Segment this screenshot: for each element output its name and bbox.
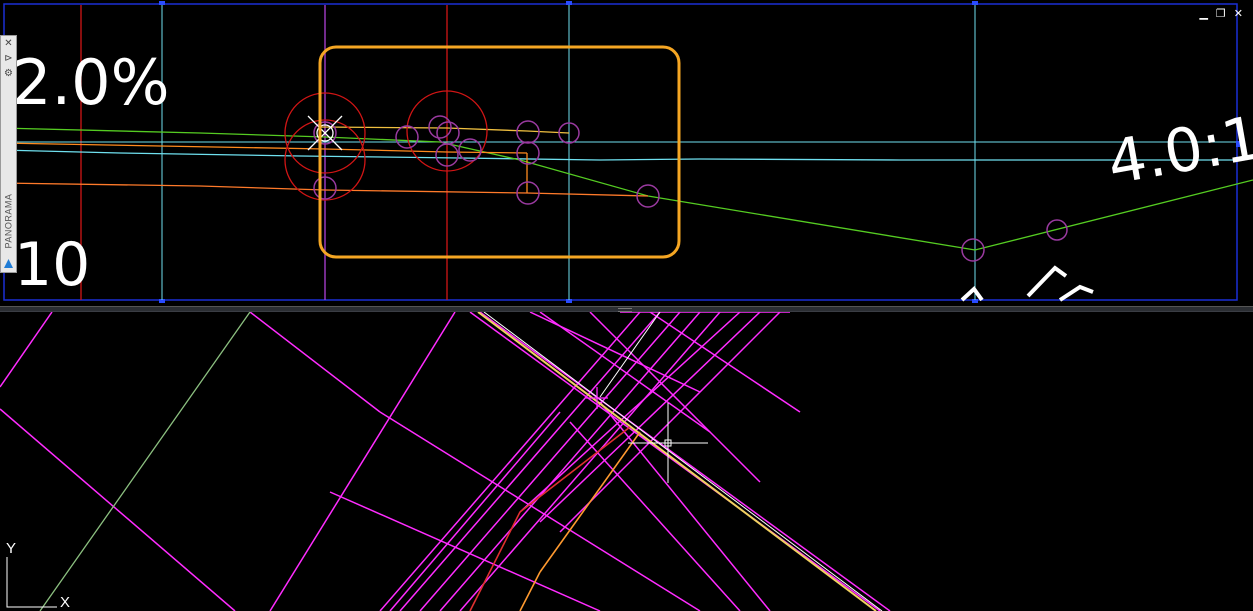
clipped-text-fragment <box>960 265 1094 302</box>
leader-line <box>599 312 661 398</box>
ucs-y-label: Y <box>6 540 16 557</box>
profile-line-yellow[interactable] <box>319 126 570 134</box>
palette-title: PANORAMA <box>3 193 14 249</box>
bottom-viewport[interactable]: Y X <box>0 312 1253 611</box>
plan-linework-magenta[interactable] <box>0 312 891 611</box>
palette-close-icon[interactable]: ✕ <box>1 36 16 51</box>
panorama-palette[interactable]: ✕ ⊳ ⚙ PANORAMA <box>0 35 17 273</box>
plan-linework-red[interactable] <box>469 426 641 611</box>
profile-line-cyan[interactable] <box>0 149 1240 161</box>
palette-pin-icon[interactable]: ⊳ <box>1 51 16 66</box>
selection-box[interactable] <box>318 45 681 259</box>
profile-drawing[interactable]: 2.0% 10 4.0:1 <box>0 0 1253 306</box>
ucs-icon <box>6 557 57 608</box>
viewport-window-controls: ▁ ❐ ✕ <box>1199 8 1243 20</box>
ucs-x-label: X <box>60 594 70 611</box>
restore-icon[interactable]: ❐ <box>1216 8 1226 20</box>
plan-drawing[interactable]: Y X <box>0 312 1253 611</box>
palette-settings-icon[interactable]: ⚙ <box>1 66 16 81</box>
pipe-markers[interactable] <box>313 115 1068 262</box>
close-icon[interactable]: ✕ <box>1234 8 1243 20</box>
top-viewport[interactable]: 2.0% 10 4.0:1 ▁ ❐ ✕ ✕ ⊳ ⚙ PANORAMA <box>0 0 1253 306</box>
autodesk-logo-icon <box>4 259 13 268</box>
alignment-line-green[interactable] <box>39 312 251 611</box>
road-edge-yellow[interactable] <box>477 312 877 611</box>
slope-label: 4.0:1 <box>1102 103 1253 199</box>
grade-label: 2.0% <box>12 46 170 119</box>
profile-line-orange-lower[interactable] <box>0 182 649 197</box>
number-label: 10 <box>14 230 90 300</box>
minimize-icon[interactable]: ▁ <box>1199 8 1207 20</box>
